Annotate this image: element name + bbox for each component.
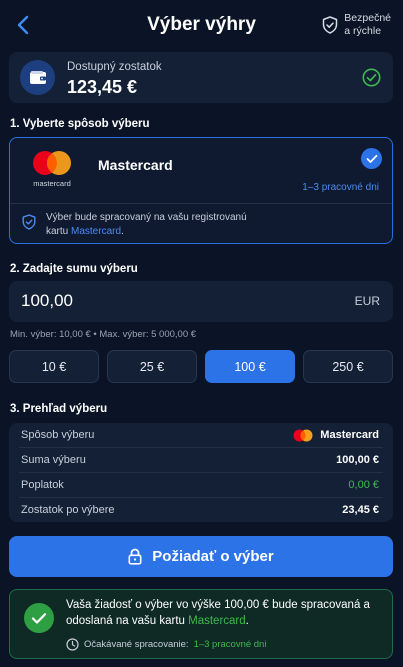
shield-check-icon [323, 16, 338, 34]
amount-input[interactable] [21, 291, 271, 311]
chip-25[interactable]: 25 € [107, 350, 197, 383]
processing-days: 1–3 pracovné dni [302, 182, 379, 193]
summary-label: Suma výberu [21, 454, 86, 466]
summary-value: 23,45 € [342, 504, 379, 516]
secure-badge: Bezpečné a rýchle [322, 12, 391, 38]
clock-icon [66, 638, 79, 651]
divider [10, 203, 392, 204]
summary-row-amount: Suma výberu 100,00 € [9, 448, 393, 472]
shield-check-icon [22, 214, 36, 230]
method-note-line1: Výber bude spracovaný na vašu registrova… [46, 212, 247, 223]
chip-250[interactable]: 250 € [303, 350, 393, 383]
secure-text: Bezpečné a rýchle [344, 12, 391, 38]
summary-card: Spôsob výberu Mastercard Suma výberu 100… [9, 423, 393, 522]
section-summary-title: 3. Prehľad výberu [10, 403, 108, 415]
wallet-icon [20, 60, 55, 95]
section-amount-title: 2. Zadajte sumu výberu [10, 263, 138, 275]
method-name: Mastercard [98, 157, 173, 173]
currency-label: EUR [354, 294, 380, 308]
method-note-line2: kartu Mastercard. [46, 225, 346, 239]
secure-line1: Bezpečné [344, 12, 391, 24]
section-method-title: 1. Vyberte spôsob výberu [10, 118, 150, 130]
mastercard-logo-text: mastercard [33, 179, 71, 188]
success-eta: Očakávané spracovanie: 1–3 pracovné dni [66, 638, 266, 651]
chip-10[interactable]: 10 € [9, 350, 99, 383]
amount-field[interactable]: EUR [9, 281, 393, 322]
summary-method-name: Mastercard [320, 429, 379, 441]
summary-value: 0,00 € [348, 479, 379, 491]
submit-label: Požiadať o výber [152, 548, 274, 565]
amount-limits: Min. výber: 10,00 € • Max. výber: 5 000,… [10, 329, 197, 340]
lock-icon [128, 548, 142, 565]
note-card-word: kartu [46, 225, 69, 237]
secure-line2: a rýchle [344, 25, 382, 37]
summary-value: Mastercard [292, 429, 379, 442]
success-check-icon [24, 603, 54, 633]
note-suffix: . [121, 225, 124, 237]
check-circle-icon [362, 68, 381, 87]
header: Výber výhry Bezpečné a rýchle [0, 0, 403, 52]
success-card: Mastercard [188, 615, 246, 627]
success-message: Vaša žiadosť o výber vo výške 100,00 € b… [66, 597, 376, 629]
summary-row-method: Spôsob výberu Mastercard [9, 423, 393, 447]
mastercard-logo-icon [33, 151, 71, 175]
quick-amount-chips: 10 € 25 € 100 € 250 € [9, 350, 393, 383]
summary-label: Zostatok po výbere [21, 504, 115, 516]
success-text-end: . [245, 615, 249, 627]
balance-label: Dostupný zostatok [67, 61, 162, 73]
method-option-mastercard[interactable]: mastercard Mastercard 1–3 pracovné dni V… [9, 137, 393, 244]
method-note: Výber bude spracovaný na vašu registrova… [46, 211, 346, 238]
balance-card: Dostupný zostatok 123,45 € [9, 52, 393, 103]
summary-row-remaining: Zostatok po výbere 23,45 € [9, 498, 393, 522]
chip-100[interactable]: 100 € [205, 350, 295, 383]
summary-row-fee: Poplatok 0,00 € [9, 473, 393, 497]
summary-label: Spôsob výberu [21, 429, 95, 441]
request-withdrawal-button[interactable]: Požiadať o výber [9, 536, 393, 577]
note-card-link: Mastercard [71, 225, 122, 237]
summary-value: 100,00 € [336, 454, 379, 466]
success-notice: Vaša žiadosť o výber vo výške 100,00 € b… [9, 589, 393, 659]
balance-amount: 123,45 € [67, 77, 138, 97]
summary-label: Poplatok [21, 479, 64, 491]
selected-check-icon [361, 148, 382, 169]
eta-label: Očakávané spracovanie: [84, 639, 189, 650]
eta-value: 1–3 pracovné dni [193, 639, 267, 650]
mastercard-logo-icon [293, 429, 313, 441]
